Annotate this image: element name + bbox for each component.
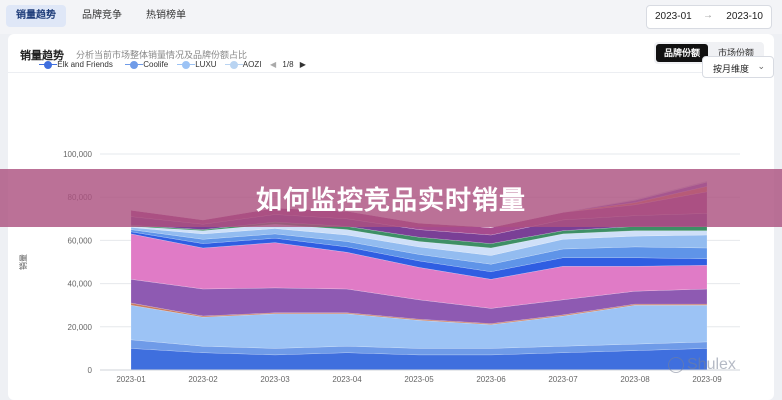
x-tick-label: 2023-02 bbox=[188, 375, 218, 384]
pager-prev-icon[interactable]: ◀ bbox=[270, 60, 276, 69]
x-tick-label: 2023-07 bbox=[548, 375, 578, 384]
y-tick-label: 20,000 bbox=[68, 323, 93, 332]
legend-pager: ◀ 1/8 ▶ bbox=[270, 60, 310, 69]
legend-label: Coolife bbox=[143, 60, 169, 69]
legend-label: AOZI bbox=[242, 60, 262, 69]
x-tick-label: 2023-05 bbox=[404, 375, 434, 384]
wechat-icon bbox=[668, 356, 684, 373]
legend-item[interactable]: LUXU bbox=[177, 60, 217, 69]
title-banner: 如何监控竞品实时销量 bbox=[0, 169, 782, 227]
x-tick-label: 2023-08 bbox=[620, 375, 650, 384]
banner-title: 如何监控竞品实时销量 bbox=[255, 184, 526, 215]
y-tick-label: 60,000 bbox=[68, 236, 93, 245]
y-tick-label: 40,000 bbox=[68, 280, 93, 289]
legend-item[interactable]: AOZI bbox=[225, 60, 262, 69]
y-tick-label: 0 bbox=[88, 366, 93, 375]
x-tick-label: 2023-04 bbox=[332, 375, 362, 384]
dimension-select-value: 按月维度 bbox=[713, 64, 750, 74]
y-tick-label: 100,000 bbox=[63, 150, 92, 159]
x-tick-label: 2023-01 bbox=[116, 375, 146, 384]
pager-text: 1/8 bbox=[282, 60, 294, 69]
legend-item[interactable]: Coolife bbox=[125, 60, 169, 69]
legend-label: Elk and Friends bbox=[57, 60, 113, 69]
pager-next-icon[interactable]: ▶ bbox=[300, 60, 306, 69]
dimension-select[interactable]: 按月维度 ⌄ bbox=[702, 56, 774, 78]
watermark: Shulex bbox=[668, 356, 736, 374]
y-axis-label: 销量 bbox=[18, 254, 28, 270]
legend-item[interactable]: Elk and Friends bbox=[39, 60, 113, 69]
x-tick-label: 2023-03 bbox=[260, 375, 290, 384]
legend-marker-icon bbox=[177, 60, 195, 69]
chevron-down-icon: ⌄ bbox=[757, 61, 765, 71]
watermark-text: Shulex bbox=[687, 356, 736, 373]
legend-label: LUXU bbox=[195, 60, 217, 69]
legend-marker-icon bbox=[39, 60, 57, 69]
legend-marker-icon bbox=[225, 60, 243, 69]
x-tick-label: 2023-06 bbox=[476, 375, 506, 384]
legend-marker-icon bbox=[125, 60, 143, 69]
x-tick-label: 2023-09 bbox=[692, 375, 722, 384]
